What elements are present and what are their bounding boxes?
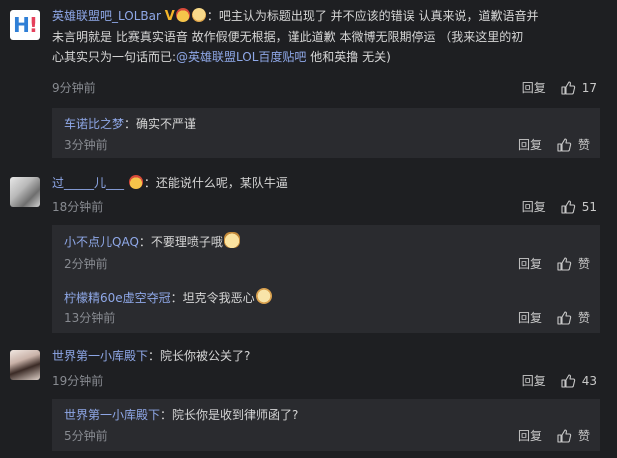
username-link[interactable]: 过_____儿___	[52, 176, 124, 190]
avatar[interactable]: H!	[10, 10, 40, 40]
like-button[interactable]: 赞	[578, 309, 590, 326]
avatar[interactable]	[10, 177, 40, 207]
laugh-cry-emoji-icon	[255, 288, 272, 304]
verified-icon: V	[164, 9, 175, 24]
crown-emoji-icon	[175, 8, 190, 22]
reply-box: 车诺比之梦：确实不严谨 3分钟前 回复 赞	[52, 108, 600, 158]
comment-actions: 回复 43	[522, 372, 597, 389]
like-button[interactable]: 赞	[578, 427, 590, 444]
thumbs-up-icon[interactable]	[560, 80, 576, 96]
reply-button[interactable]: 回复	[518, 255, 542, 272]
reply-text: 车诺比之梦：确实不严谨	[64, 117, 197, 131]
reply-actions: 回复 赞	[518, 309, 590, 326]
smile-emoji-icon	[191, 8, 206, 22]
cat-emoji-icon	[223, 232, 240, 248]
reply-time: 5分钟前	[64, 429, 108, 443]
comment-text: 世界第一小库殿下：院长你被公关了?	[52, 349, 251, 363]
thumbs-up-icon[interactable]	[556, 310, 572, 326]
reply-button[interactable]: 回复	[522, 372, 546, 389]
comment-actions: 回复 51	[522, 198, 597, 215]
comment-actions: 回复 17	[522, 79, 597, 96]
reply-text: 世界第一小库殿下：院长你是收到律师函了?	[64, 408, 299, 422]
username-link[interactable]: 英雄联盟吧_LOLBar	[52, 9, 161, 23]
username-link[interactable]: 车诺比之梦	[64, 117, 124, 131]
username-link[interactable]: 小不点儿QAQ	[64, 235, 139, 249]
reply-actions: 回复 赞	[518, 427, 590, 444]
avatar[interactable]	[10, 350, 40, 380]
reply-actions: 回复 赞	[518, 255, 590, 272]
reply-button[interactable]: 回复	[518, 309, 542, 326]
reply-box: 柠檬精60e虚空夺冠：坦克令我恶心 13分钟前 回复 赞	[52, 281, 600, 333]
reply-button[interactable]: 回复	[518, 136, 542, 153]
reply-text: 小不点儿QAQ：不要理喷子哦	[64, 232, 241, 251]
thumbs-up-icon[interactable]	[556, 256, 572, 272]
thumbs-up-icon[interactable]	[560, 373, 576, 389]
reply-time: 2分钟前	[64, 257, 108, 271]
username-link[interactable]: 世界第一小库殿下	[64, 408, 160, 422]
thumbs-up-icon[interactable]	[556, 428, 572, 444]
reply-button[interactable]: 回复	[522, 198, 546, 215]
comment-text: 过_____儿___ ：还能说什么呢，某队牛逼	[52, 175, 288, 190]
comment-time: 9分钟前	[52, 81, 96, 95]
reply-text: 柠檬精60e虚空夺冠：坦克令我恶心	[64, 288, 273, 307]
thumbs-up-icon[interactable]	[556, 137, 572, 153]
like-count: 17	[581, 80, 597, 95]
comment-time: 18分钟前	[52, 200, 104, 214]
reply-box: 世界第一小库殿下：院长你是收到律师函了? 5分钟前 回复 赞	[52, 399, 600, 451]
like-button[interactable]: 赞	[578, 255, 590, 272]
like-count: 43	[581, 373, 597, 388]
username-link[interactable]: 柠檬精60e虚空夺冠	[64, 291, 171, 305]
reply-actions: 回复 赞	[518, 136, 590, 153]
comment-time: 19分钟前	[52, 374, 104, 388]
reply-box: 小不点儿QAQ：不要理喷子哦 2分钟前 回复 赞	[52, 225, 600, 281]
mention-link[interactable]: @英雄联盟LOL百度贴吧	[176, 50, 306, 64]
reply-time: 13分钟前	[64, 311, 116, 325]
username-link[interactable]: 世界第一小库殿下	[52, 349, 148, 363]
reply-time: 3分钟前	[64, 138, 108, 152]
crown-emoji-icon	[128, 175, 143, 189]
comment-text: 英雄联盟吧_LOLBar V ：吧主认为标题出现了 并不应该的错误 认真来说，道歉…	[52, 8, 539, 64]
reply-button[interactable]: 回复	[522, 79, 546, 96]
like-count: 51	[581, 199, 597, 214]
like-button[interactable]: 赞	[578, 136, 590, 153]
thumbs-up-icon[interactable]	[560, 199, 576, 215]
reply-button[interactable]: 回复	[518, 427, 542, 444]
